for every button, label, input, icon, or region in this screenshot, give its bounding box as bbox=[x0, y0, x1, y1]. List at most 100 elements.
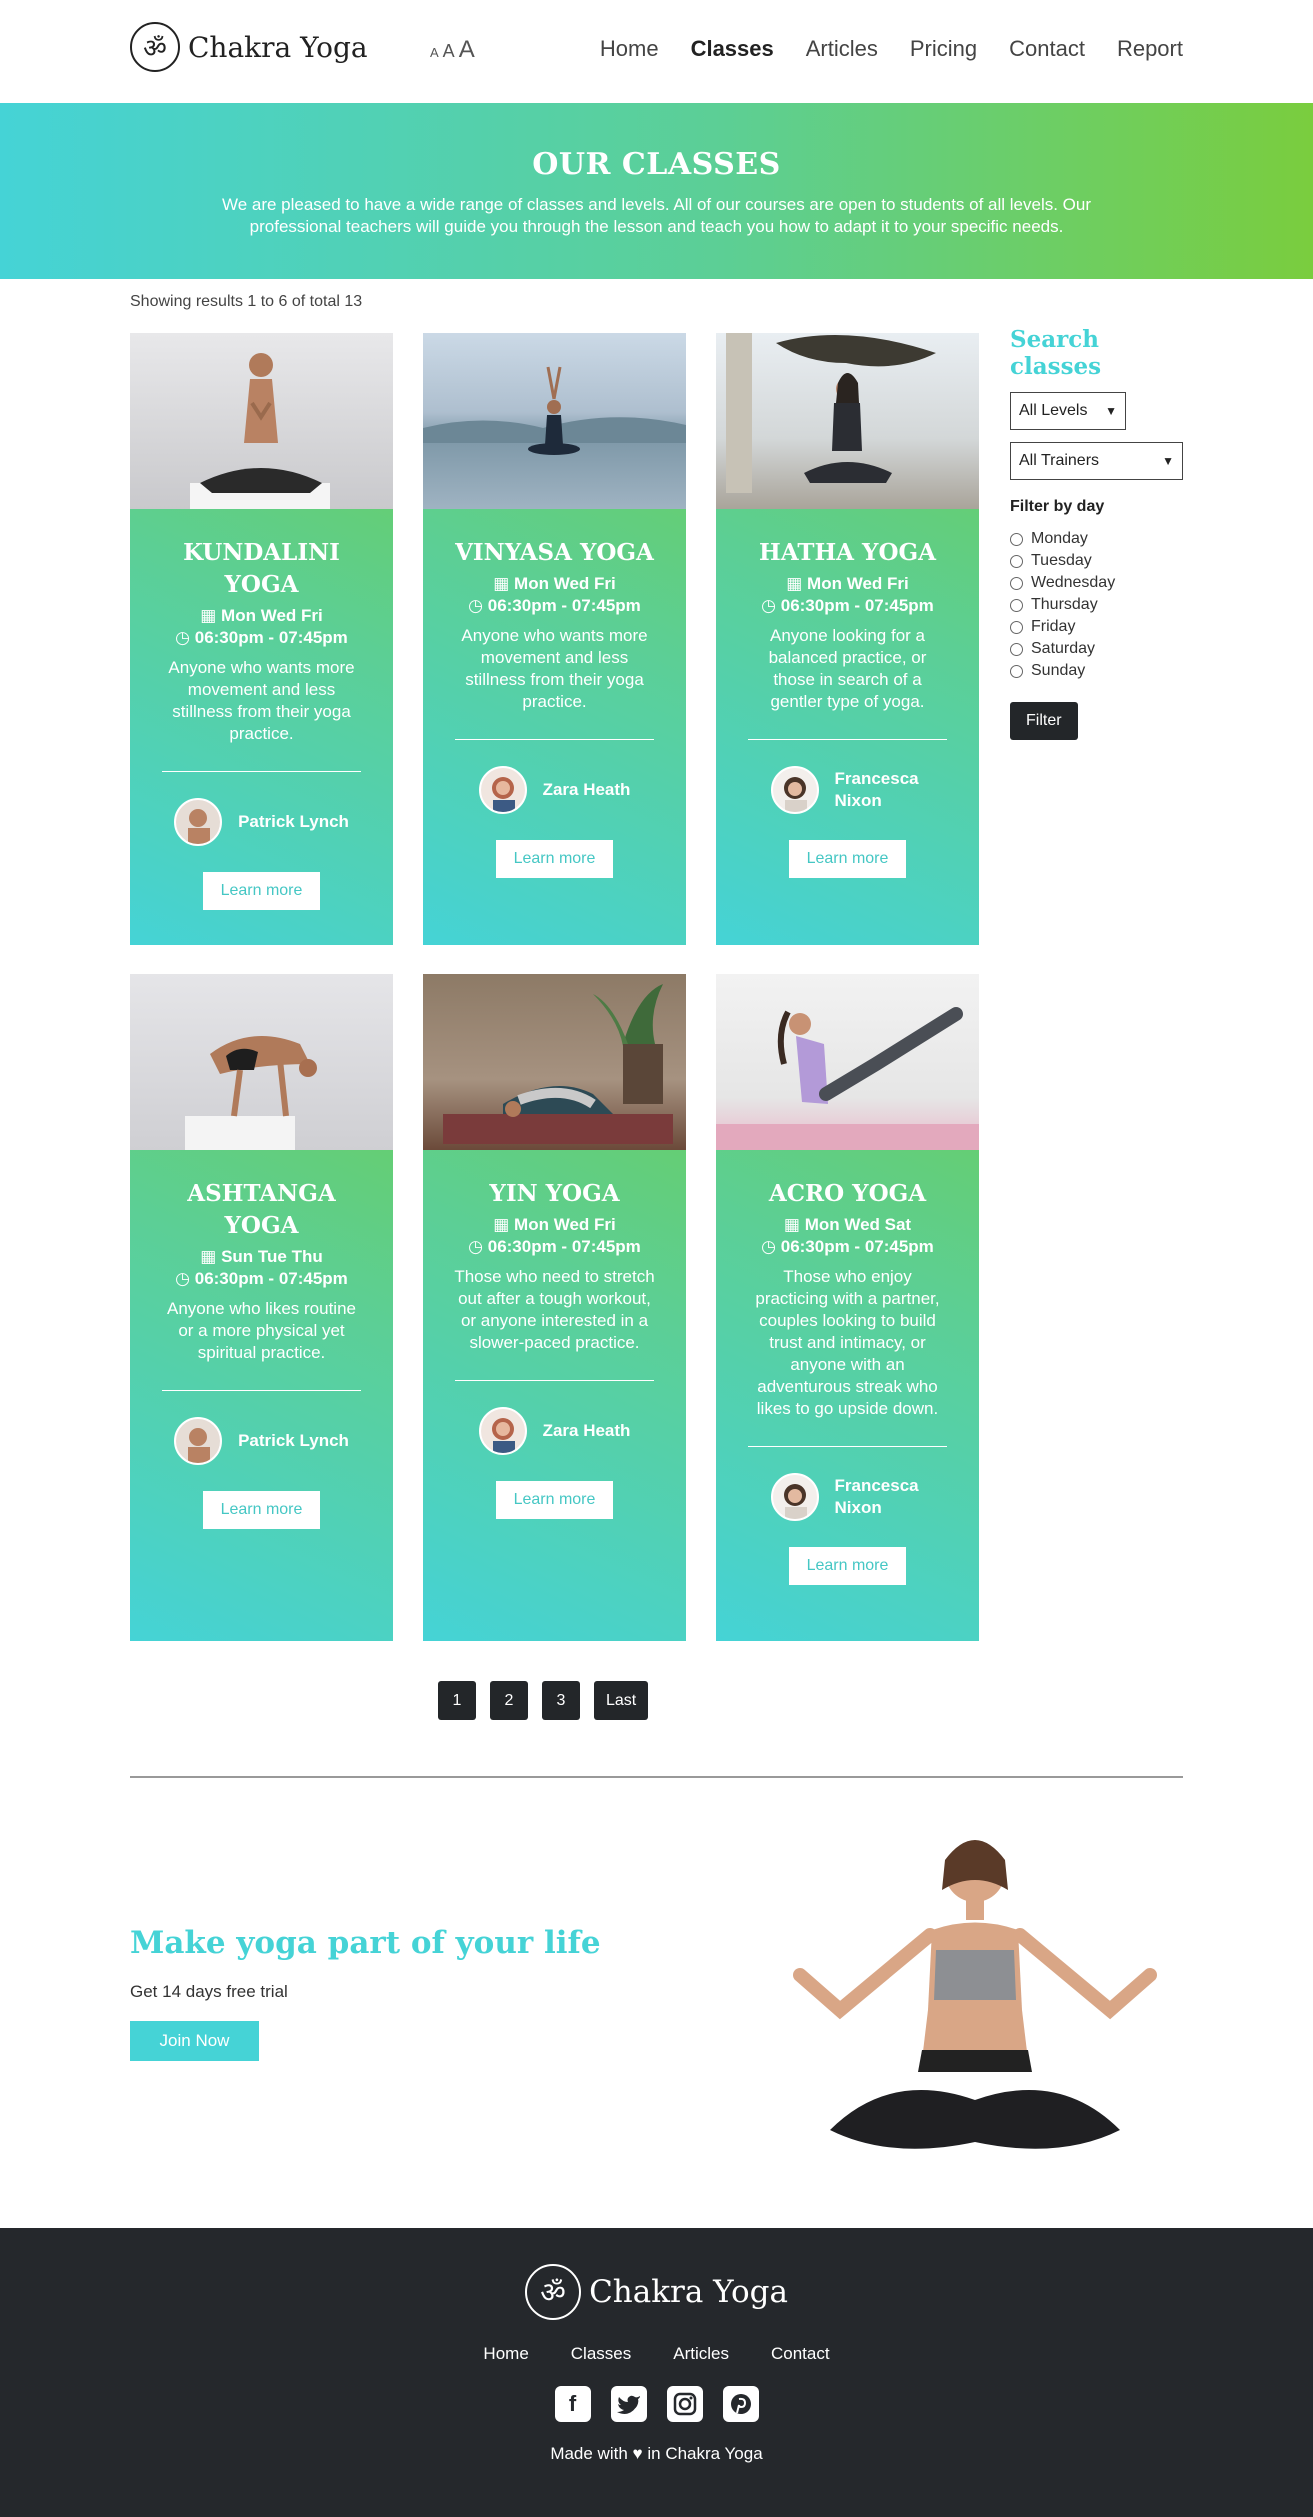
class-days: ▦ Mon Wed Fri bbox=[200, 606, 323, 625]
radio-button[interactable] bbox=[1010, 598, 1023, 612]
footer-logo[interactable]: ॐ Chakra Yoga bbox=[0, 2264, 1313, 2320]
nav-pricing[interactable]: Pricing bbox=[910, 36, 977, 62]
day-option-friday[interactable]: Friday bbox=[1010, 616, 1183, 638]
font-size-small[interactable]: A bbox=[430, 45, 439, 60]
chevron-down-icon: ▼ bbox=[1162, 454, 1174, 468]
day-option-wednesday[interactable]: Wednesday bbox=[1010, 572, 1183, 594]
learn-more-button[interactable]: Learn more bbox=[788, 1547, 907, 1585]
day-option-sunday[interactable]: Sunday bbox=[1010, 660, 1183, 682]
site-header: ॐ Chakra Yoga A A A Home Classes Article… bbox=[0, 0, 1313, 103]
calendar-icon: ▦ bbox=[783, 1215, 805, 1234]
nav-classes[interactable]: Classes bbox=[691, 36, 774, 62]
trainer[interactable]: Patrick Lynch bbox=[130, 798, 393, 846]
yoga-woman-image bbox=[760, 1800, 1190, 2180]
class-time: ◷ 06:30pm - 07:45pm bbox=[468, 1237, 641, 1256]
class-description: Anyone who wants more movement and less … bbox=[168, 658, 355, 743]
nav-home[interactable]: Home bbox=[600, 36, 659, 62]
pagination: 1 2 3 Last bbox=[438, 1681, 649, 1720]
trainer-avatar bbox=[478, 1407, 527, 1455]
radio-button[interactable] bbox=[1010, 576, 1023, 590]
class-days: ▦ Sun Tue Thu bbox=[200, 1247, 323, 1266]
om-logo-icon: ॐ bbox=[130, 22, 180, 72]
cta-subtitle: Get 14 days free trial bbox=[130, 1982, 288, 2001]
main-nav: Home Classes Articles Pricing Contact Re… bbox=[600, 36, 1183, 62]
trainer[interactable]: Zara Heath bbox=[423, 1407, 686, 1455]
trainer[interactable]: Francesca Nixon bbox=[716, 766, 979, 814]
class-card: HATHA YOGA ▦ Mon Wed Fri ◷ 06:30pm - 07:… bbox=[716, 333, 979, 945]
nav-report[interactable]: Report bbox=[1117, 36, 1183, 62]
class-photo bbox=[716, 333, 979, 509]
card-divider bbox=[162, 1390, 361, 1391]
card-divider bbox=[162, 771, 361, 772]
card-divider bbox=[455, 1380, 654, 1381]
facebook-icon[interactable]: f bbox=[554, 2386, 591, 2422]
day-options: Monday Tuesday Wednesday Thursday Friday… bbox=[1010, 528, 1183, 682]
cta-title: Make yoga part of your life bbox=[130, 1925, 601, 1961]
learn-more-button[interactable]: Learn more bbox=[788, 840, 907, 878]
class-title: VINYASA YOGA bbox=[455, 539, 654, 566]
class-photo bbox=[423, 333, 686, 509]
trainer-select[interactable]: All Trainers ▼ bbox=[1010, 442, 1183, 480]
trainer[interactable]: Francesca Nixon bbox=[716, 1473, 979, 1521]
trainer[interactable]: Patrick Lynch bbox=[130, 1417, 393, 1465]
results-count: Showing results 1 to 6 of total 13 bbox=[130, 293, 363, 310]
class-photo bbox=[716, 974, 979, 1150]
level-select[interactable]: All Levels ▼ bbox=[1010, 392, 1126, 430]
class-description: Anyone looking for a balanced practice, … bbox=[768, 626, 927, 711]
font-size-large[interactable]: A bbox=[459, 36, 475, 64]
trainer[interactable]: Zara Heath bbox=[423, 766, 686, 814]
trainer-avatar bbox=[174, 1417, 223, 1465]
class-card: ASHTANGA YOGA ▦ Sun Tue Thu ◷ 06:30pm - … bbox=[130, 974, 393, 1641]
day-option-monday[interactable]: Monday bbox=[1010, 528, 1183, 550]
calendar-icon: ▦ bbox=[200, 1247, 222, 1266]
card-divider bbox=[748, 739, 947, 740]
page-3-button[interactable]: 3 bbox=[542, 1681, 580, 1720]
class-days: ▦ Mon Wed Fri bbox=[786, 574, 909, 593]
footer-nav-contact[interactable]: Contact bbox=[771, 2344, 830, 2364]
radio-button[interactable] bbox=[1010, 664, 1023, 678]
radio-button[interactable] bbox=[1010, 642, 1023, 656]
day-option-thursday[interactable]: Thursday bbox=[1010, 594, 1183, 616]
filter-button[interactable]: Filter bbox=[1010, 702, 1078, 740]
brand-logo[interactable]: ॐ Chakra Yoga bbox=[130, 22, 368, 72]
card-divider bbox=[748, 1446, 947, 1447]
nav-articles[interactable]: Articles bbox=[806, 36, 878, 62]
nav-contact[interactable]: Contact bbox=[1009, 36, 1085, 62]
learn-more-button[interactable]: Learn more bbox=[495, 1481, 614, 1519]
pinterest-icon[interactable] bbox=[722, 2386, 759, 2422]
clock-icon: ◷ bbox=[761, 1237, 781, 1256]
class-card: ACRO YOGA ▦ Mon Wed Sat ◷ 06:30pm - 07:4… bbox=[716, 974, 979, 1641]
site-footer: ॐ Chakra Yoga Home Classes Articles Cont… bbox=[0, 2228, 1313, 2517]
page-2-button[interactable]: 2 bbox=[490, 1681, 528, 1720]
class-card: VINYASA YOGA ▦ Mon Wed Fri ◷ 06:30pm - 0… bbox=[423, 333, 686, 945]
footer-nav-classes[interactable]: Classes bbox=[571, 2344, 631, 2364]
learn-more-button[interactable]: Learn more bbox=[202, 1491, 321, 1529]
join-now-button[interactable]: Join Now bbox=[130, 2021, 259, 2061]
class-card: YIN YOGA ▦ Mon Wed Fri ◷ 06:30pm - 07:45… bbox=[423, 974, 686, 1641]
footer-nav-articles[interactable]: Articles bbox=[673, 2344, 729, 2364]
learn-more-button[interactable]: Learn more bbox=[495, 840, 614, 878]
day-option-tuesday[interactable]: Tuesday bbox=[1010, 550, 1183, 572]
radio-button[interactable] bbox=[1010, 620, 1023, 634]
radio-button[interactable] bbox=[1010, 532, 1023, 546]
font-size-medium[interactable]: A bbox=[443, 41, 455, 62]
day-option-saturday[interactable]: Saturday bbox=[1010, 638, 1183, 660]
section-divider bbox=[130, 1776, 1183, 1778]
page-1-button[interactable]: 1 bbox=[438, 1681, 476, 1720]
hero-text: We are pleased to have a wide range of c… bbox=[221, 195, 1092, 236]
brand-name: Chakra Yoga bbox=[188, 30, 368, 64]
last-page-button[interactable]: Last bbox=[594, 1681, 649, 1720]
trainer-name: Zara Heath bbox=[542, 780, 631, 799]
social-links: f bbox=[0, 2386, 1313, 2422]
radio-button[interactable] bbox=[1010, 554, 1023, 568]
class-days: ▦ Mon Wed Sat bbox=[783, 1215, 912, 1234]
trainer-select-value: All Trainers bbox=[1019, 452, 1100, 469]
instagram-icon[interactable] bbox=[666, 2386, 703, 2422]
calendar-icon: ▦ bbox=[493, 1215, 515, 1234]
calendar-icon: ▦ bbox=[200, 606, 222, 625]
twitter-icon[interactable] bbox=[610, 2386, 647, 2422]
calendar-icon: ▦ bbox=[493, 574, 515, 593]
learn-more-button[interactable]: Learn more bbox=[202, 872, 321, 910]
class-time: ◷ 06:30pm - 07:45pm bbox=[175, 1269, 348, 1288]
footer-nav-home[interactable]: Home bbox=[483, 2344, 528, 2364]
